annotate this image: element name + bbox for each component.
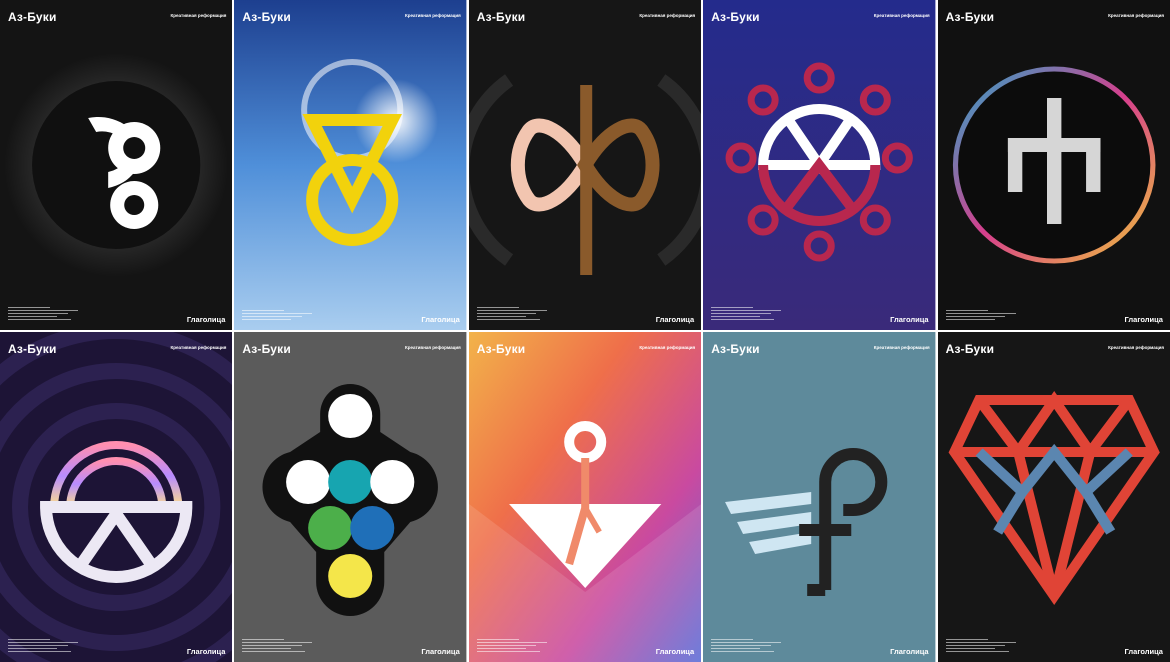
- poster-footer: Глаголица: [890, 315, 929, 324]
- poster-subtitle: Креативная реформация: [170, 345, 227, 350]
- poster-subtitle: Креативная реформация: [639, 13, 696, 18]
- brand-title: Аз-Буки: [8, 342, 57, 356]
- poster-subtitle: Креативная реформация: [1108, 345, 1164, 350]
- poster-8: Аз-Буки Креативная реформация Глаголица: [468, 332, 702, 662]
- poster-4: Аз-Буки Креативная реформация Глаголица: [703, 0, 936, 330]
- poster-4-artwork: [703, 0, 936, 330]
- poster-9: Аз-Буки Креативная реформация Глаголица: [703, 332, 936, 662]
- caption-text-block: [242, 308, 313, 320]
- poster-footer: Глаголица: [186, 315, 226, 324]
- poster-subtitle: Креативная реформация: [873, 13, 930, 18]
- poster-footer: Глаголица: [655, 647, 695, 656]
- poster-2-artwork: [234, 0, 467, 330]
- poster-10: Аз-Буки Креативная реформация Глаголица: [937, 332, 1170, 662]
- poster-8-artwork: [468, 332, 702, 662]
- poster-7: Аз-Буки Креативная реформация Глаголица: [234, 332, 467, 662]
- caption-text-block: [711, 638, 782, 652]
- poster-5-artwork: [937, 0, 1170, 330]
- poster-1: Аз-Буки Креативная реформация Глаголица: [0, 0, 233, 330]
- poster-footer: Глаголица: [890, 647, 929, 656]
- poster-5: Аз-Буки Креативная реформация Глаголица: [937, 0, 1170, 330]
- poster-footer: Глаголица: [186, 647, 226, 656]
- poster-footer: Глаголица: [655, 315, 695, 324]
- caption-text-block: [945, 638, 1016, 652]
- poster-7-artwork: [234, 332, 467, 662]
- brand-title: Аз-Буки: [711, 342, 760, 356]
- poster-footer: Глаголица: [1124, 647, 1163, 656]
- caption-text-block: [476, 638, 547, 652]
- brand-title: Аз-Буки: [242, 342, 291, 356]
- brand-title: Аз-Буки: [476, 10, 526, 24]
- poster-grid: Аз-Буки Креативная реформация Глаголица: [0, 0, 1170, 662]
- caption-text-block: [711, 306, 782, 320]
- poster-3: Аз-Буки Креативная реформация Глаголица: [468, 0, 702, 330]
- brand-title: Аз-Буки: [242, 10, 291, 24]
- brand-title: Аз-Буки: [8, 10, 57, 24]
- poster-9-artwork: [703, 332, 936, 662]
- poster-2: Аз-Буки Креативная реформация Глаголица: [234, 0, 467, 330]
- poster-footer: Глаголица: [1124, 315, 1163, 324]
- poster-footer: Глаголица: [421, 315, 460, 324]
- caption-text-block: [242, 638, 313, 652]
- brand-title: Аз-Буки: [711, 10, 760, 24]
- brand-title: Аз-Буки: [945, 342, 995, 356]
- poster-1-artwork: [0, 0, 233, 330]
- caption-text-block: [476, 306, 547, 320]
- brand-title: Аз-Буки: [945, 10, 995, 24]
- poster-subtitle: Креативная реформация: [873, 345, 930, 350]
- caption-text-block: [8, 306, 78, 320]
- poster-subtitle: Креативная реформация: [170, 13, 227, 18]
- caption-text-block: [945, 308, 1016, 320]
- poster-10-artwork: [937, 332, 1170, 662]
- poster-footer: Глаголица: [421, 647, 460, 656]
- poster-6: Аз-Буки Креативная реформация Глаголица: [0, 332, 233, 662]
- caption-text-block: [8, 638, 78, 652]
- poster-3-artwork: [468, 0, 702, 330]
- poster-subtitle: Креативная реформация: [404, 345, 461, 350]
- poster-subtitle: Креативная реформация: [639, 345, 696, 350]
- poster-subtitle: Креативная реформация: [1108, 13, 1164, 18]
- brand-title: Аз-Буки: [476, 342, 526, 356]
- poster-6-artwork: [0, 332, 233, 662]
- poster-subtitle: Креативная реформация: [404, 13, 461, 18]
